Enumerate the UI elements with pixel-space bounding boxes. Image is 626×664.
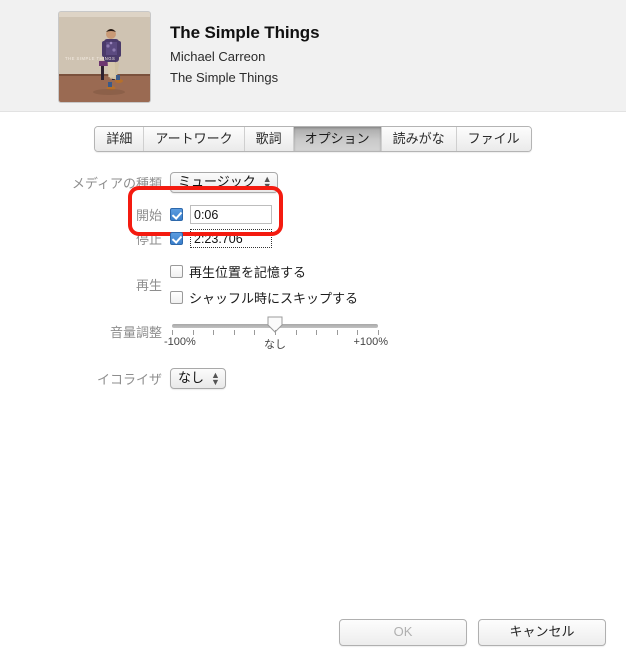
tab-artwork[interactable]: アートワーク: [144, 127, 245, 151]
dialog-buttons: OK キャンセル: [339, 619, 606, 646]
cancel-button[interactable]: キャンセル: [478, 619, 606, 646]
svg-text:THE SIMPLE THINGS: THE SIMPLE THINGS: [65, 56, 115, 61]
chevron-updown-icon: ▲ ▼: [262, 174, 272, 191]
skip-shuffle-label: シャッフル時にスキップする: [189, 291, 359, 306]
media-kind-select[interactable]: ミュージック ▲ ▼: [170, 172, 278, 193]
track-header: THE SIMPLE THINGS The Simple Things Mich…: [0, 0, 626, 112]
volume-max-label: +100%: [353, 336, 388, 348]
start-row: 開始: [0, 205, 626, 224]
track-metadata: The Simple Things Michael Carreon The Si…: [170, 11, 320, 85]
start-time-input[interactable]: [190, 205, 272, 224]
playback-label: 再生: [135, 278, 162, 293]
stop-time-input[interactable]: [190, 229, 272, 248]
tab-file[interactable]: ファイル: [456, 127, 531, 151]
tab-lyrics[interactable]: 歌詞: [244, 127, 294, 151]
album-artwork-image: THE SIMPLE THINGS: [59, 12, 150, 102]
volume-row: 音量調整 -100% なし +100%: [0, 316, 626, 351]
equalizer-label: イコライザ: [96, 372, 162, 387]
tab-sorting[interactable]: 読みがな: [381, 127, 457, 151]
start-checkbox[interactable]: [170, 208, 183, 221]
chevron-updown-icon: ▲ ▼: [211, 370, 220, 387]
remember-position-checkbox[interactable]: [170, 265, 183, 278]
tab-options[interactable]: オプション: [293, 127, 382, 151]
track-title: The Simple Things: [170, 23, 320, 42]
options-form: メディアの種類 ミュージック ▲▼ 開始 停止 再生 再生位置を記憶する シャッ: [0, 152, 626, 389]
volume-slider-labels: -100% なし +100%: [164, 336, 388, 351]
playback-row: 再生 再生位置を記憶する シャッフル時にスキップする: [0, 262, 626, 307]
equalizer-row: イコライザ なし ▲ ▼: [0, 368, 626, 389]
volume-mid-label: なし: [264, 339, 286, 351]
start-label: 開始: [135, 208, 162, 223]
playback-options: 再生位置を記憶する シャッフル時にスキップする: [170, 262, 358, 307]
tab-bar: 詳細 アートワーク 歌詞 オプション 読みがな ファイル: [0, 126, 626, 152]
volume-label: 音量調整: [109, 325, 162, 340]
stop-checkbox[interactable]: [170, 232, 183, 245]
album-artwork: THE SIMPLE THINGS: [58, 11, 151, 103]
remember-position-row[interactable]: 再生位置を記憶する: [170, 262, 358, 281]
equalizer-select[interactable]: なし ▲ ▼: [170, 368, 227, 389]
skip-shuffle-checkbox[interactable]: [170, 291, 183, 304]
skip-shuffle-row[interactable]: シャッフル時にスキップする: [170, 288, 358, 307]
stop-row: 停止: [0, 229, 626, 248]
remember-position-label: 再生位置を記憶する: [189, 265, 307, 280]
equalizer-value: なし: [178, 370, 205, 385]
volume-min-label: -100%: [164, 336, 196, 348]
media-kind-label: メディアの種類: [71, 176, 162, 191]
ok-button[interactable]: OK: [339, 619, 467, 646]
media-kind-value: ミュージック: [178, 174, 256, 189]
tab-details[interactable]: 詳細: [95, 127, 145, 151]
stop-label: 停止: [135, 232, 162, 247]
volume-slider[interactable]: -100% なし +100%: [164, 316, 388, 351]
track-artist: Michael Carreon: [170, 49, 266, 64]
track-album: The Simple Things: [170, 70, 279, 85]
media-kind-row: メディアの種類 ミュージック ▲ ▼: [0, 172, 626, 193]
